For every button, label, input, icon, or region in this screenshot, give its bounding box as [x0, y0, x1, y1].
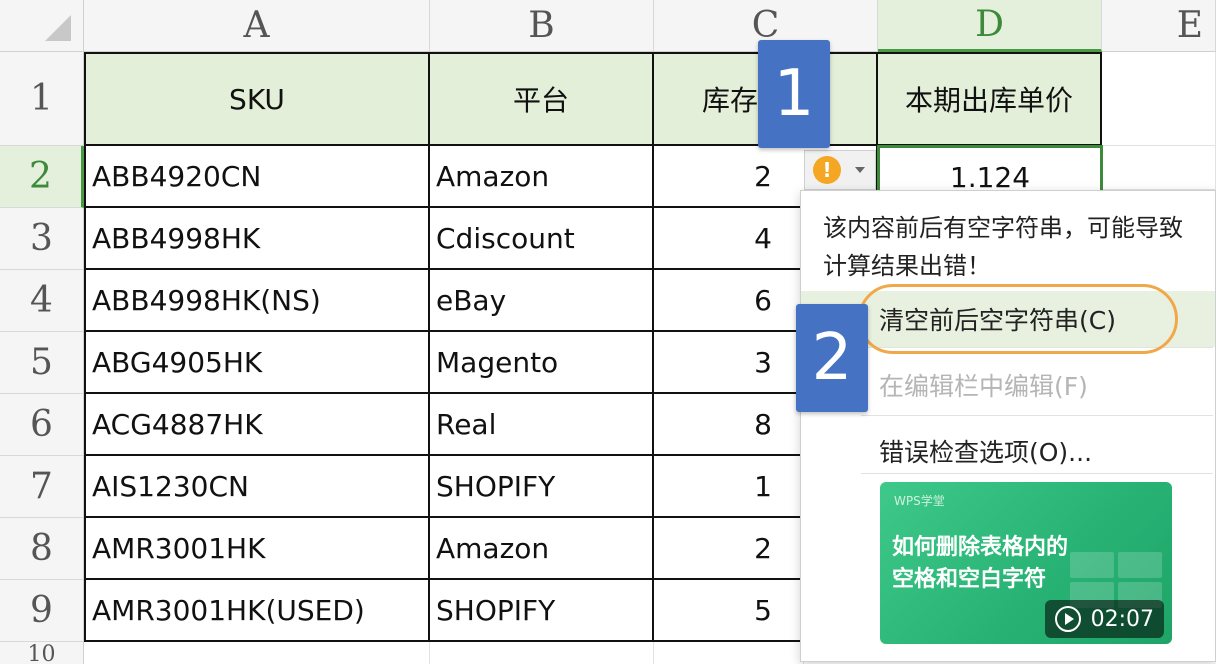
video-duration-text: 02:07 — [1090, 606, 1154, 632]
tutorial-video-card[interactable]: WPS学堂 如何删除表格内的 空格和空白字符 02:07 — [880, 482, 1172, 644]
empty-cell[interactable] — [1102, 52, 1216, 146]
cell-platform[interactable]: Amazon — [430, 146, 654, 208]
cell-sku[interactable]: AMR3001HK — [84, 518, 430, 580]
cell-sku[interactable]: ABG4905HK — [84, 332, 430, 394]
header-cell-sku[interactable]: SKU — [84, 52, 430, 146]
chevron-down-icon — [855, 167, 865, 173]
callout-badge-1: 1 — [758, 40, 830, 148]
cell-sku[interactable]: ACG4887HK — [84, 394, 430, 456]
cell-platform[interactable]: SHOPIFY — [430, 580, 654, 642]
cell-platform[interactable]: Cdiscount — [430, 208, 654, 270]
column-header-d[interactable]: D — [878, 0, 1102, 52]
video-brand: WPS学堂 — [894, 494, 945, 508]
cell-sku[interactable]: ABB4920CN — [84, 146, 430, 208]
cell-platform[interactable]: eBay — [430, 270, 654, 332]
exclamation-icon: ! — [813, 156, 841, 184]
empty-cell[interactable] — [654, 642, 804, 664]
menu-separator — [861, 473, 1213, 474]
menu-message: 该内容前后有空字符串，可能导致计算结果出错！ — [823, 214, 1183, 280]
row-header-3[interactable]: 3 — [0, 208, 84, 270]
error-check-button[interactable]: ! — [804, 150, 876, 190]
cell-sku[interactable]: ABB4998HK(NS) — [84, 270, 430, 332]
cell-platform[interactable]: SHOPIFY — [430, 456, 654, 518]
menu-item-error-check-options[interactable]: 错误检查选项(O)... — [801, 423, 1215, 479]
menu-separator — [861, 415, 1213, 416]
menu-separator — [861, 347, 1213, 348]
empty-cell[interactable] — [84, 642, 430, 664]
row-header-4[interactable]: 4 — [0, 270, 84, 332]
select-all-corner[interactable] — [0, 0, 84, 52]
empty-cell[interactable] — [430, 642, 654, 664]
row-header-2[interactable]: 2 — [0, 146, 84, 208]
cell-platform[interactable]: Amazon — [430, 518, 654, 580]
video-duration[interactable]: 02:07 — [1044, 600, 1164, 638]
column-header-a[interactable]: A — [84, 0, 430, 52]
cell-sku[interactable]: AMR3001HK(USED) — [84, 580, 430, 642]
row-header-1[interactable]: 1 — [0, 52, 84, 146]
column-header-b[interactable]: B — [430, 0, 654, 52]
row-header-5[interactable]: 5 — [0, 332, 84, 394]
row-header-6[interactable]: 6 — [0, 394, 84, 456]
cell-platform[interactable]: Real — [430, 394, 654, 456]
row-header-9[interactable]: 9 — [0, 580, 84, 642]
column-header-e[interactable]: E — [1102, 0, 1216, 52]
row-header-7[interactable]: 7 — [0, 456, 84, 518]
cell-sku[interactable]: ABB4998HK — [84, 208, 430, 270]
callout-badge-2: 2 — [796, 304, 868, 412]
cell-sku[interactable]: AIS1230CN — [84, 456, 430, 518]
row-header-10[interactable]: 10 — [0, 642, 84, 664]
cell-platform[interactable]: Magento — [430, 332, 654, 394]
row-header-8[interactable]: 8 — [0, 518, 84, 580]
header-cell-platform[interactable]: 平台 — [430, 52, 654, 146]
empty-cell[interactable] — [1102, 146, 1216, 190]
header-cell-price[interactable]: 本期出库单价 — [878, 52, 1102, 146]
play-icon — [1054, 606, 1081, 632]
